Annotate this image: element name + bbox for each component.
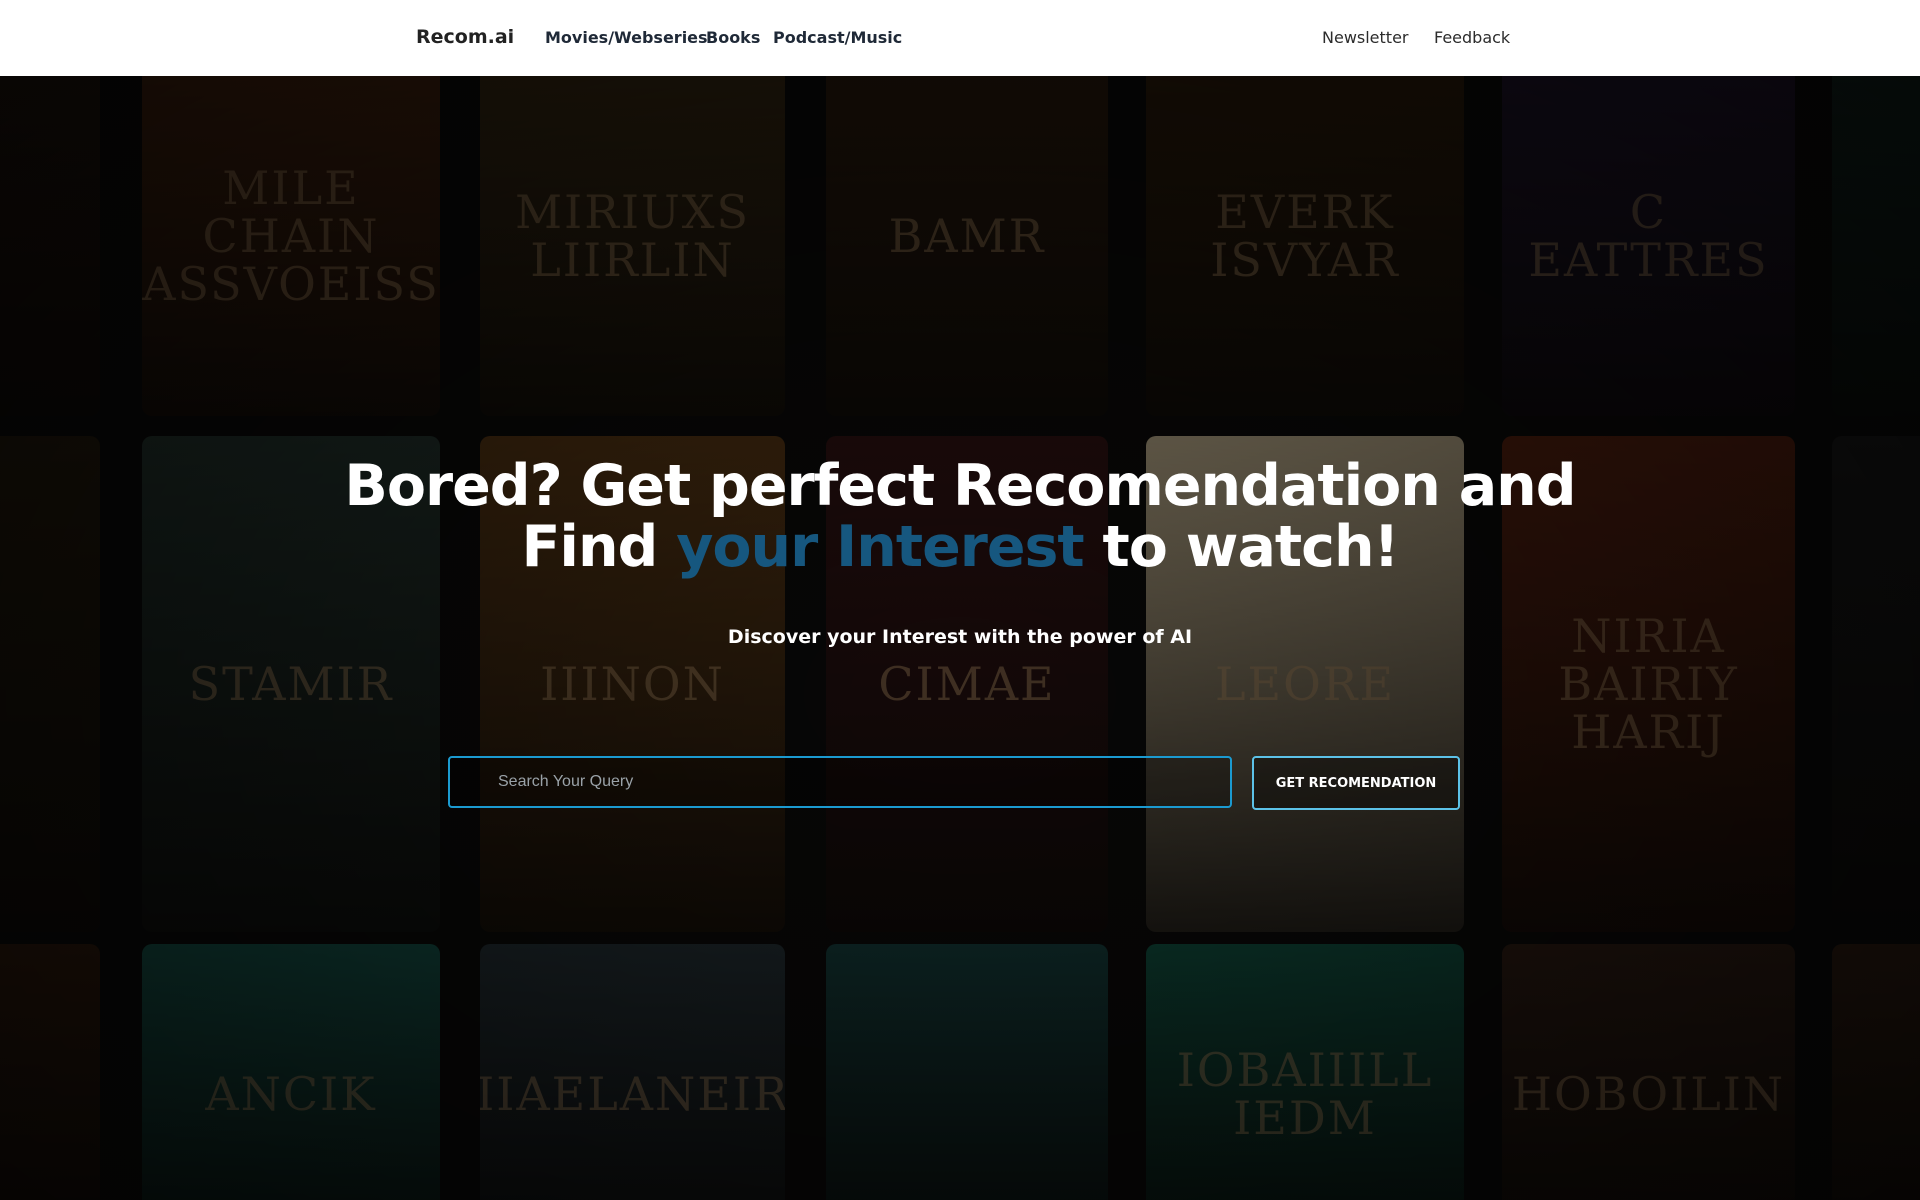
search-row: GET RECOMENDATION: [448, 756, 1460, 810]
headline-accent: your Interest: [676, 514, 1084, 580]
top-navbar: Recom.ai Movies/Webseries Books Podcast/…: [0, 0, 1920, 76]
hero-subtitle: Discover your Interest with the power of…: [727, 626, 1193, 648]
brand-logo-link[interactable]: Recom.ai: [416, 26, 514, 48]
nav-link-feedback[interactable]: Feedback: [1434, 28, 1510, 47]
get-recomendation-button[interactable]: GET RECOMENDATION: [1252, 756, 1460, 810]
headline-find: Find: [521, 514, 658, 580]
headline-end: to watch!: [1102, 514, 1400, 580]
headline-line-1: Bored? Get perfect Recomendation and: [344, 453, 1576, 519]
nav-link-newsletter[interactable]: Newsletter: [1322, 28, 1409, 47]
nav-link-podcast-music[interactable]: Podcast/Music: [773, 28, 902, 47]
hero-content: Bored? Get perfect Recomendation and Fin…: [0, 456, 1920, 649]
nav-link-movies-webseries[interactable]: Movies/Webseries: [545, 28, 708, 47]
search-input[interactable]: [448, 756, 1232, 808]
hero-headline: Bored? Get perfect Recomendation and Fin…: [0, 456, 1920, 578]
nav-link-books[interactable]: Books: [706, 28, 760, 47]
